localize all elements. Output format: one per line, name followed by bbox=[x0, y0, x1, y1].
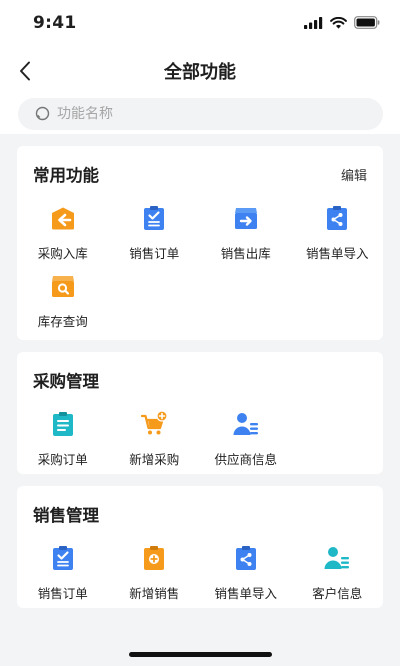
section-purchase: 采购管理 采购订单 新增采购 供应商信息 bbox=[17, 352, 383, 474]
function-label: 采购入库 bbox=[37, 246, 88, 261]
function-sales-import-2[interactable]: 销售单导入 bbox=[200, 542, 292, 610]
section-title: 常用功能 bbox=[33, 166, 99, 185]
navigation-bar: 全部功能 bbox=[0, 48, 400, 94]
battery-icon bbox=[354, 16, 380, 29]
function-label: 销售订单 bbox=[37, 586, 88, 601]
clipboard-check-icon bbox=[52, 546, 73, 570]
function-label: 销售出库 bbox=[220, 246, 271, 261]
section-sales: 销售管理 销售订单 新增销售 销售单导入 客户信息 bbox=[17, 486, 383, 608]
home-indicator[interactable] bbox=[129, 652, 272, 657]
share-clipboard-icon bbox=[235, 546, 256, 570]
function-label: 新增采购 bbox=[129, 452, 180, 467]
function-label: 销售单导入 bbox=[305, 246, 369, 261]
status-icons bbox=[304, 16, 380, 29]
status-time: 9:41 bbox=[33, 13, 77, 33]
function-label: 销售单导入 bbox=[214, 586, 277, 601]
function-sales-order[interactable]: 销售订单 bbox=[109, 202, 201, 270]
customer-icon bbox=[324, 547, 350, 569]
function-purchase-order[interactable]: 采购订单 bbox=[17, 408, 109, 476]
function-customer-info[interactable]: 客户信息 bbox=[292, 542, 384, 610]
status-bar: 9:41 bbox=[0, 0, 400, 48]
function-sales-out[interactable]: 销售出库 bbox=[200, 202, 292, 270]
cart-add-icon bbox=[141, 410, 168, 435]
section-title: 销售管理 bbox=[33, 506, 99, 525]
function-label: 采购订单 bbox=[37, 452, 88, 467]
supplier-icon bbox=[233, 413, 258, 435]
function-sales-import[interactable]: 销售单导入 bbox=[292, 202, 384, 270]
header-area: 9:41 全部功能 bbox=[0, 0, 400, 134]
edit-button[interactable]: 编辑 bbox=[341, 165, 367, 184]
function-supplier-info[interactable]: 供应商信息 bbox=[200, 408, 292, 476]
clipboard-check-icon bbox=[144, 206, 165, 230]
box-out-icon bbox=[234, 208, 257, 229]
search-icon bbox=[35, 106, 51, 122]
section-common: 常用功能 编辑 采购入库 销售订单 销售出库 销售单导入 库存查询 bbox=[17, 146, 383, 340]
function-label: 客户信息 bbox=[312, 586, 363, 601]
clipboard-list-icon bbox=[52, 412, 73, 436]
box-search-icon bbox=[51, 276, 74, 297]
function-label: 供应商信息 bbox=[214, 452, 277, 467]
function-new-sales[interactable]: 新增销售 bbox=[109, 542, 201, 610]
clipboard-add-icon bbox=[144, 546, 165, 570]
section-title: 采购管理 bbox=[33, 372, 99, 391]
function-stock-query[interactable]: 库存查询 bbox=[17, 270, 109, 338]
function-sales-order-2[interactable]: 销售订单 bbox=[17, 542, 109, 610]
function-label: 销售订单 bbox=[129, 246, 180, 261]
search-bar[interactable] bbox=[18, 98, 383, 130]
search-input[interactable] bbox=[57, 106, 337, 122]
share-clipboard-icon bbox=[327, 206, 348, 230]
page-title: 全部功能 bbox=[164, 62, 236, 83]
warehouse-in-icon bbox=[51, 207, 74, 230]
function-new-purchase[interactable]: 新增采购 bbox=[109, 408, 201, 476]
signal-icon bbox=[304, 16, 323, 29]
function-label: 库存查询 bbox=[37, 314, 88, 329]
wifi-icon bbox=[330, 16, 347, 29]
function-purchase-in[interactable]: 采购入库 bbox=[17, 202, 109, 270]
function-label: 新增销售 bbox=[129, 586, 180, 601]
